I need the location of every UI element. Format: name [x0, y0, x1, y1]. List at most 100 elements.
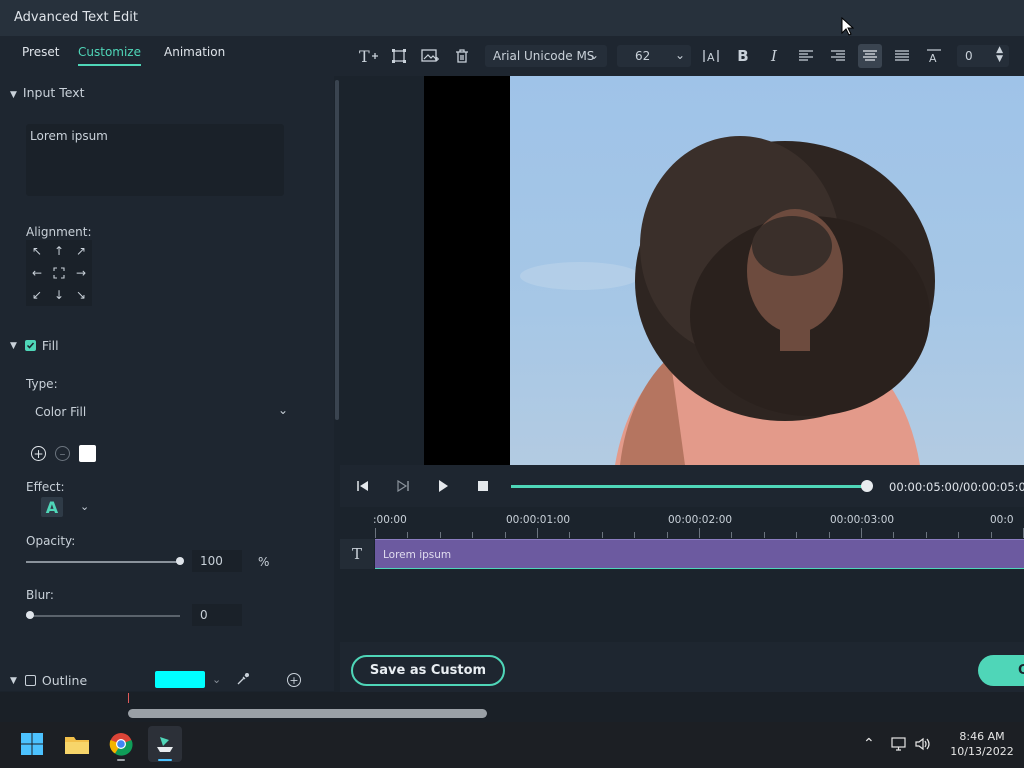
- clock-date: 10/13/2022: [950, 745, 1014, 758]
- align-top-left-icon[interactable]: ↖: [26, 240, 48, 262]
- system-clock[interactable]: 8:46 AM 10/13/2022: [944, 729, 1020, 759]
- chrome-icon[interactable]: [104, 726, 138, 762]
- outline-header[interactable]: ▼ Outline: [10, 673, 87, 688]
- align-justify-icon[interactable]: [890, 44, 914, 68]
- play-icon[interactable]: [434, 477, 452, 495]
- outline-checkbox[interactable]: [24, 675, 36, 686]
- windows-start-icon[interactable]: [15, 726, 49, 762]
- ruler-tick: [602, 532, 603, 538]
- align-bottom-right-icon[interactable]: ↘: [70, 284, 92, 306]
- ruler-tick: [796, 532, 797, 538]
- ruler-tick: [634, 532, 635, 538]
- collapse-triangle-icon: ▼: [10, 675, 17, 686]
- collapse-triangle-icon: ▼: [10, 340, 17, 351]
- line-spacing-icon[interactable]: A: [922, 44, 946, 68]
- add-color-icon[interactable]: +: [31, 446, 46, 461]
- ok-button[interactable]: O: [978, 655, 1024, 686]
- ruler-tick: [731, 532, 732, 538]
- opacity-value-field[interactable]: 100: [192, 550, 242, 572]
- align-right-icon[interactable]: [826, 44, 850, 68]
- ruler-tick: [893, 532, 894, 538]
- next-frame-icon[interactable]: [394, 477, 412, 495]
- blur-value-field[interactable]: 0: [192, 604, 242, 626]
- timeline: [340, 507, 1024, 642]
- bold-icon[interactable]: B: [731, 44, 755, 68]
- align-top-icon[interactable]: ↑: [48, 240, 70, 262]
- spacing-stepper[interactable]: 0 ▲ ▼: [957, 45, 1009, 67]
- text-box-icon[interactable]: [387, 44, 411, 68]
- effect-label: Effect:: [26, 480, 65, 494]
- chevron-down-icon[interactable]: ⌄: [212, 673, 221, 686]
- ruler-tick: [440, 532, 441, 538]
- video-frame: [510, 76, 1024, 465]
- ruler-tick: [699, 528, 700, 538]
- italic-icon[interactable]: I: [762, 44, 786, 68]
- char-spacing-icon[interactable]: A: [699, 44, 723, 68]
- add-text-icon[interactable]: T: [356, 44, 380, 68]
- fill-checkbox[interactable]: [24, 340, 36, 351]
- remove-color-icon[interactable]: –: [55, 446, 70, 461]
- playback-scrubber[interactable]: [861, 480, 873, 492]
- add-image-icon[interactable]: [418, 44, 442, 68]
- tab-animation[interactable]: Animation: [164, 45, 225, 64]
- fill-color-swatch[interactable]: [79, 445, 96, 462]
- text-clip[interactable]: Lorem ipsum: [375, 539, 1024, 569]
- preview-letterbox: [424, 76, 510, 465]
- blur-slider-track[interactable]: [26, 615, 180, 617]
- align-bottom-icon[interactable]: ↓: [48, 284, 70, 306]
- network-icon[interactable]: [890, 736, 908, 756]
- svg-text:A: A: [929, 52, 937, 64]
- filmora-icon[interactable]: [148, 726, 182, 762]
- window-scroll-thumb[interactable]: [128, 709, 487, 718]
- ruler-tick: [569, 532, 570, 538]
- opacity-slider-knob[interactable]: [176, 557, 184, 565]
- align-center-icon[interactable]: [858, 44, 882, 68]
- align-left-arrow-icon[interactable]: ←: [26, 262, 48, 284]
- playback-progress[interactable]: [511, 485, 867, 488]
- font-family-select[interactable]: Arial Unicode MS ⌄: [485, 45, 607, 67]
- prev-frame-icon[interactable]: [354, 477, 372, 495]
- ruler-tick: [958, 532, 959, 538]
- align-top-right-icon[interactable]: ↗: [70, 240, 92, 262]
- outline-color-swatch[interactable]: [155, 671, 205, 688]
- stop-icon[interactable]: [474, 477, 492, 495]
- text-track-icon: T: [340, 539, 374, 569]
- window-title: Advanced Text Edit: [14, 10, 138, 25]
- fill-type-select[interactable]: Color Fill ⌄: [26, 400, 296, 424]
- panel-scroll-thumb[interactable]: [335, 80, 339, 420]
- tab-preset[interactable]: Preset: [22, 45, 59, 64]
- fill-header[interactable]: ▼ Fill: [10, 338, 59, 353]
- blur-slider-knob[interactable]: [26, 611, 34, 619]
- file-explorer-icon[interactable]: [60, 726, 94, 762]
- align-bottom-left-icon[interactable]: ↙: [26, 284, 48, 306]
- eyedropper-icon[interactable]: [236, 672, 250, 689]
- add-outline-icon[interactable]: +: [287, 673, 301, 687]
- stepper-arrows-icon[interactable]: ▲ ▼: [996, 46, 1003, 64]
- ruler-label: 00:0: [990, 514, 1014, 526]
- clip-label: Lorem ipsum: [383, 549, 452, 561]
- text-effect-preview[interactable]: A: [41, 497, 63, 517]
- title-bar: Advanced Text Edit: [0, 0, 1024, 36]
- align-left-icon[interactable]: [794, 44, 818, 68]
- chevron-down-icon: ⌄: [674, 48, 685, 62]
- chevron-down-icon: ⌄: [277, 403, 288, 417]
- align-center-frame-icon[interactable]: [48, 262, 70, 284]
- opacity-slider-track[interactable]: [26, 561, 180, 563]
- text-input[interactable]: Lorem ipsum: [26, 124, 284, 196]
- opacity-unit: %: [258, 555, 270, 569]
- spacing-value: 0: [965, 49, 973, 63]
- ruler-tick: [926, 532, 927, 538]
- align-right-arrow-icon[interactable]: →: [70, 262, 92, 284]
- chevron-down-icon[interactable]: ⌄: [80, 500, 89, 513]
- chevron-up-icon[interactable]: ⌃: [863, 736, 875, 752]
- input-text-header[interactable]: ▼ Input Text: [10, 85, 85, 100]
- ruler-tick: [505, 532, 506, 538]
- collapse-triangle-icon: ▼: [10, 90, 17, 100]
- type-label: Type:: [26, 377, 58, 391]
- volume-icon[interactable]: [914, 736, 932, 756]
- save-as-custom-button[interactable]: Save as Custom: [351, 655, 505, 686]
- tab-customize[interactable]: Customize: [78, 45, 141, 66]
- ruler-label: 00:00:02:00: [668, 514, 733, 526]
- font-size-select[interactable]: 62 ⌄: [617, 45, 691, 67]
- delete-icon[interactable]: [450, 44, 474, 68]
